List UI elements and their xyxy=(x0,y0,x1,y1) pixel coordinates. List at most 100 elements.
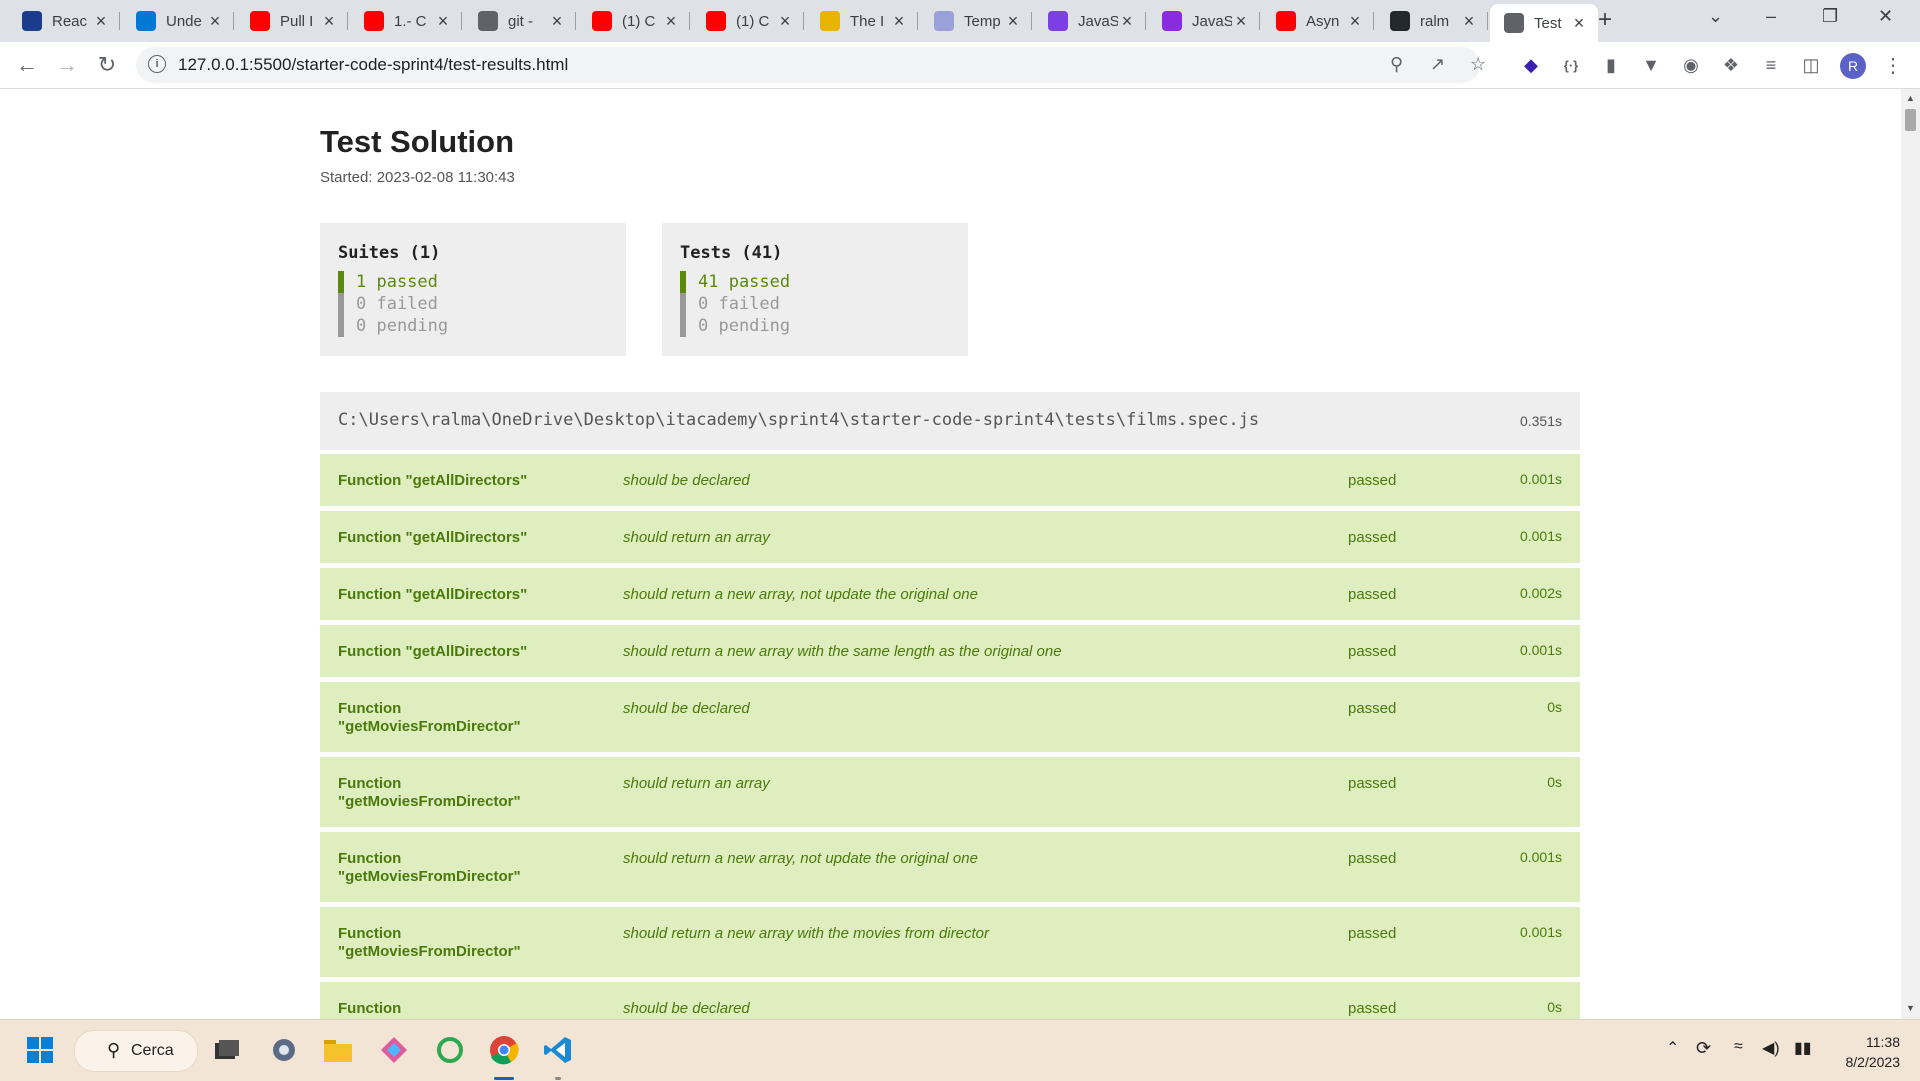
vscode-icon[interactable] xyxy=(542,1034,574,1066)
git-kraken-icon[interactable] xyxy=(378,1034,410,1066)
back-button[interactable]: ← xyxy=(12,50,42,80)
scroll-down-arrow-icon[interactable]: ▼ xyxy=(1906,1003,1915,1013)
close-tab-icon[interactable]: × xyxy=(1004,11,1022,32)
test-result-row: Function "getAllDirectors" should return … xyxy=(320,511,1580,563)
settings-gear-icon[interactable] xyxy=(268,1034,300,1066)
task-view-icon[interactable] xyxy=(211,1034,243,1066)
bookmark-star-icon[interactable]: ☆ xyxy=(1470,54,1486,75)
browser-tab[interactable]: Test × xyxy=(1490,4,1598,42)
extension-vue-icon[interactable]: ▼ xyxy=(1640,54,1662,76)
test-description: should return a new array with the same … xyxy=(623,643,1062,660)
test-result-row: Function "getAllDirectors" should return … xyxy=(320,568,1580,620)
restore-window-icon[interactable]: ❐ xyxy=(1822,6,1838,27)
close-tab-icon[interactable]: × xyxy=(1570,13,1588,34)
test-suite-name: Function "getAllDirectors" xyxy=(338,529,528,546)
zoom-icon[interactable]: ⚲ xyxy=(1390,54,1403,75)
chrome-icon[interactable] xyxy=(488,1034,520,1066)
minimize-window-icon[interactable]: – xyxy=(1766,6,1776,27)
test-suite-name: Function "getAllDirectors" xyxy=(338,643,528,660)
react-icon xyxy=(22,11,42,31)
extension-battery-icon[interactable]: ▮ xyxy=(1600,54,1622,76)
address-bar-url[interactable]: 127.0.0.1:5500/starter-code-sprint4/test… xyxy=(178,55,568,75)
character-icon xyxy=(820,11,840,31)
tab-divider xyxy=(803,12,804,30)
extension-diamond-icon[interactable]: ◆ xyxy=(1520,54,1542,76)
refresh-app-icon[interactable] xyxy=(434,1034,466,1066)
windows-start-icon[interactable] xyxy=(24,1034,56,1066)
close-tab-icon[interactable]: × xyxy=(1232,11,1250,32)
close-tab-icon[interactable]: × xyxy=(1118,11,1136,32)
close-tab-icon[interactable]: × xyxy=(206,11,224,32)
extensions-puzzle-icon[interactable]: ❖ xyxy=(1720,54,1742,76)
browser-tab[interactable]: JavaS × xyxy=(1034,4,1146,38)
scrollbar-thumb[interactable] xyxy=(1905,109,1916,131)
side-panel-icon[interactable]: ◫ xyxy=(1800,54,1822,76)
tab-divider xyxy=(575,12,576,30)
browser-tab[interactable]: git - × xyxy=(464,4,576,38)
browser-tab[interactable]: Asyn × xyxy=(1262,4,1374,38)
profile-avatar[interactable]: R xyxy=(1840,53,1866,79)
taskbar-search[interactable]: ⚲ Cerca xyxy=(74,1030,198,1072)
close-tab-icon[interactable]: × xyxy=(320,11,338,32)
forward-button[interactable]: → xyxy=(52,50,82,80)
browser-tab[interactable]: Pull I × xyxy=(236,4,348,38)
test-suite-name: Function xyxy=(338,1000,402,1017)
close-tab-icon[interactable]: × xyxy=(1346,11,1364,32)
browser-tab[interactable]: Unde × xyxy=(122,4,234,38)
test-result-row: Function "getMoviesFromDirector" should r… xyxy=(320,832,1580,902)
page-icon xyxy=(934,11,954,31)
test-status: passed xyxy=(1348,850,1397,867)
battery-icon[interactable]: ▮▮ xyxy=(1794,1038,1812,1058)
tab-divider xyxy=(689,12,690,30)
share-icon[interactable]: ↗ xyxy=(1430,54,1445,75)
test-suite-name: Function "getAllDirectors" xyxy=(338,472,528,489)
test-duration: 0s xyxy=(1547,999,1562,1015)
close-tab-icon[interactable]: × xyxy=(662,11,680,32)
browser-tab[interactable]: Temp × xyxy=(920,4,1032,38)
extension-json-icon[interactable]: {·} xyxy=(1560,54,1582,76)
youtube-icon xyxy=(250,11,270,31)
test-suite-name: Function "getMoviesFromDirector" xyxy=(338,775,521,810)
onedrive-sync-icon[interactable]: ⟳ xyxy=(1696,1038,1711,1059)
suites-passed: 1 passed xyxy=(338,271,438,293)
close-tab-icon[interactable]: × xyxy=(548,11,566,32)
browser-tab[interactable]: Reac × xyxy=(8,4,120,38)
test-description: should return a new array, not update th… xyxy=(623,586,978,603)
suites-heading: Suites (1) xyxy=(338,243,441,263)
camera-icon[interactable]: ◉ xyxy=(1680,54,1702,76)
new-tab-plus-icon[interactable]: + xyxy=(1598,6,1612,34)
address-bar[interactable]: i 127.0.0.1:5500/starter-code-sprint4/te… xyxy=(136,47,1486,83)
tab-search-chevron-icon[interactable]: ⌄ xyxy=(1708,6,1723,27)
browser-tab[interactable]: (1) C × xyxy=(692,4,804,38)
close-window-icon[interactable]: ✕ xyxy=(1878,6,1893,27)
browser-tab-title: Unde xyxy=(166,12,202,30)
close-tab-icon[interactable]: × xyxy=(434,11,452,32)
menu-kebab-icon[interactable]: ⋮ xyxy=(1882,54,1904,77)
file-explorer-icon[interactable] xyxy=(322,1034,354,1066)
clock-time: 11:38 xyxy=(1866,1034,1900,1050)
close-tab-icon[interactable]: × xyxy=(92,11,110,32)
wifi-icon[interactable]: ≈ xyxy=(1734,1038,1743,1056)
test-status: passed xyxy=(1348,472,1397,489)
scroll-up-arrow-icon[interactable]: ▲ xyxy=(1906,93,1915,103)
browser-tab[interactable]: ralm × xyxy=(1376,4,1488,38)
browser-tab-title: (1) C xyxy=(736,12,770,30)
browser-tab[interactable]: JavaS × xyxy=(1148,4,1260,38)
reload-button[interactable]: ↻ xyxy=(92,50,122,80)
close-tab-icon[interactable]: × xyxy=(890,11,908,32)
browser-tab[interactable]: (1) C × xyxy=(578,4,690,38)
browser-tab[interactable]: 1.- C × xyxy=(350,4,462,38)
system-clock[interactable]: 11:38 8/2/2023 xyxy=(1836,1032,1901,1072)
tab-divider xyxy=(233,12,234,30)
tray-overflow-chevron-icon[interactable]: ⌃ xyxy=(1666,1038,1679,1058)
tests-heading: Tests (41) xyxy=(680,243,783,263)
volume-icon[interactable]: ◀) xyxy=(1762,1038,1780,1058)
suites-summary: Suites (1) 1 passed 0 failed 0 pending xyxy=(320,223,626,356)
media-queue-icon[interactable]: ≡ xyxy=(1760,54,1782,76)
close-tab-icon[interactable]: × xyxy=(776,11,794,32)
site-info-icon[interactable]: i xyxy=(148,55,166,73)
page-scrollbar[interactable]: ▲ ▼ xyxy=(1901,89,1920,1019)
browser-tab[interactable]: The I × xyxy=(806,4,918,38)
close-tab-icon[interactable]: × xyxy=(1460,11,1478,32)
test-result-row: Function "getAllDirectors" should be decl… xyxy=(320,454,1580,506)
